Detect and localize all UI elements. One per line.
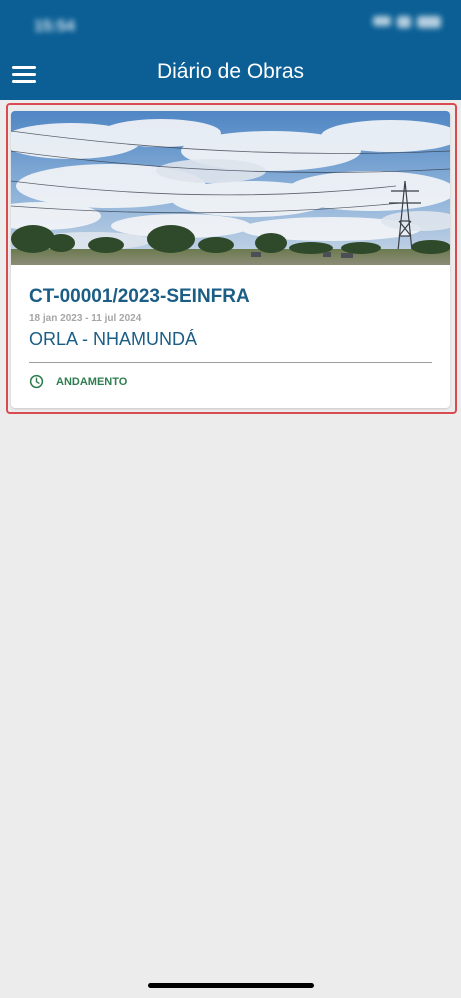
status-bar-time: 15:54 <box>34 18 75 35</box>
status-label: ANDAMENTO <box>56 375 128 388</box>
work-card[interactable]: CT-00001/2023-SEINFRA 18 jan 2023 - 11 j… <box>11 111 450 408</box>
wifi-icon <box>397 16 411 28</box>
contract-number: CT-00001/2023-SEINFRA <box>29 286 250 307</box>
construction-site-photo <box>11 111 450 265</box>
status-row: ANDAMENTO <box>29 374 127 389</box>
clock-icon <box>29 374 44 389</box>
status-bar-icons <box>373 16 441 28</box>
home-indicator[interactable] <box>148 983 314 988</box>
signal-icon <box>373 16 391 26</box>
divider <box>29 362 432 363</box>
work-name: ORLA - NHAMUNDÁ <box>29 329 198 349</box>
app-bar: 15:54 Diário de Obras <box>0 0 461 100</box>
date-range: 18 jan 2023 - 11 jul 2024 <box>29 313 142 324</box>
page-title: Diário de Obras <box>156 60 305 83</box>
battery-icon <box>417 16 441 28</box>
